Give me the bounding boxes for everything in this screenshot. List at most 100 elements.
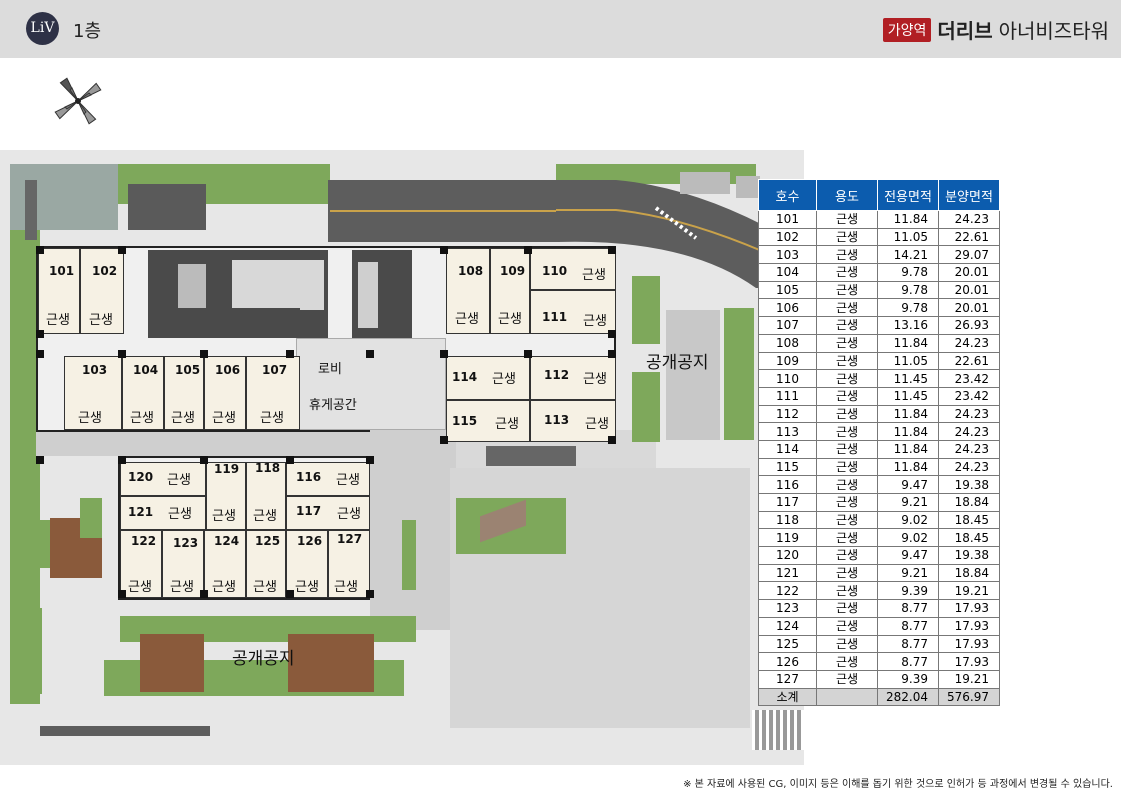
table-cell: 근생 xyxy=(816,563,878,583)
compass-icon xyxy=(54,77,102,125)
table-row: 125 근생 8.77 17.93 xyxy=(758,634,1000,654)
table-cell: 11.84 xyxy=(877,333,939,353)
table-cell: 근생 xyxy=(816,475,878,494)
table-row: 120 근생 9.47 19.38 xyxy=(758,546,1000,565)
table-cell: 근생 xyxy=(816,351,878,371)
col-header: 전용면적 xyxy=(877,179,939,211)
unit-use: 근생 xyxy=(295,580,319,595)
table-cell: 127 xyxy=(758,669,817,689)
table-cell: 114 xyxy=(758,439,817,459)
unit-number: 105 xyxy=(175,363,201,377)
table-cell: 근생 xyxy=(816,227,878,247)
table-row: 118 근생 9.02 18.45 xyxy=(758,510,1000,530)
table-row: 104 근생 9.78 20.01 xyxy=(758,263,1000,282)
table-cell: 근생 xyxy=(816,245,878,265)
unit-number: 112 xyxy=(544,368,570,382)
table-row: 117 근생 9.21 18.84 xyxy=(758,493,1000,512)
unit-number: 113 xyxy=(544,413,570,427)
table-cell: 9.02 xyxy=(877,510,939,530)
table-cell: 24.23 xyxy=(938,333,1000,353)
table-cell: 근생 xyxy=(816,599,878,618)
table-cell: 근생 xyxy=(816,669,878,689)
table-cell: 18.84 xyxy=(938,563,1000,583)
table-cell: 9.78 xyxy=(877,298,939,318)
floor-title: 1층 xyxy=(73,21,102,42)
table-cell: 9.47 xyxy=(877,475,939,494)
unit-number: 125 xyxy=(255,534,281,548)
table-row: 102 근생 11.05 22.61 xyxy=(758,227,1000,247)
unit-number: 102 xyxy=(92,264,118,278)
table-cell: 8.77 xyxy=(877,634,939,654)
unit-use: 근생 xyxy=(167,473,191,488)
table-cell: 11.45 xyxy=(877,369,939,388)
unit-number: 127 xyxy=(337,532,363,546)
table-cell: 113 xyxy=(758,422,817,441)
total-cell: 소계 xyxy=(758,687,817,707)
table-cell: 109 xyxy=(758,351,817,371)
table-cell: 18.45 xyxy=(938,510,1000,530)
table-row: 116 근생 9.47 19.38 xyxy=(758,475,1000,494)
table-cell: 124 xyxy=(758,616,817,636)
unit-number: 109 xyxy=(500,264,526,278)
total-row: 소계 282.04 576.97 xyxy=(758,687,1000,707)
unit-number: 119 xyxy=(214,462,240,476)
table-cell: 근생 xyxy=(816,493,878,512)
unit-use: 근생 xyxy=(336,473,360,488)
table-cell: 9.39 xyxy=(877,581,939,601)
total-cell: 282.04 xyxy=(877,687,939,707)
table-cell: 20.01 xyxy=(938,298,1000,318)
table-cell: 123 xyxy=(758,599,817,618)
col-header: 호수 xyxy=(758,179,817,211)
table-row: 107 근생 13.16 26.93 xyxy=(758,316,1000,335)
table-cell: 근생 xyxy=(816,581,878,601)
table-row: 114 근생 11.84 24.23 xyxy=(758,439,1000,459)
unit-use: 근생 xyxy=(260,411,284,426)
unit-number: 123 xyxy=(173,536,199,550)
unit-number: 124 xyxy=(214,534,240,548)
table-cell: 근생 xyxy=(816,652,878,671)
table-cell: 8.77 xyxy=(877,652,939,671)
unit-use: 근생 xyxy=(171,411,195,426)
unit-number: 118 xyxy=(255,461,281,475)
table-cell: 근생 xyxy=(816,333,878,353)
col-header: 용도 xyxy=(816,179,878,211)
table-body: 101 근생 11.84 24.23 102 근생 11.05 22.61 103 근생 14.21… xyxy=(758,210,1000,707)
unit-use: 근생 xyxy=(498,312,522,327)
table-cell: 9.21 xyxy=(877,493,939,512)
table-cell: 11.84 xyxy=(877,422,939,441)
table-row: 127 근생 9.39 19.21 xyxy=(758,669,1000,689)
table-cell: 근생 xyxy=(816,263,878,282)
unit-use: 근생 xyxy=(455,312,479,327)
unit-number: 117 xyxy=(296,504,322,518)
table-cell: 105 xyxy=(758,280,817,300)
unit-number: 107 xyxy=(262,363,288,377)
public-space-label: 공개공지 xyxy=(646,353,709,373)
unit-use: 근생 xyxy=(130,411,154,426)
unit-use: 근생 xyxy=(212,509,236,524)
table-cell: 9.78 xyxy=(877,280,939,300)
table-cell: 근생 xyxy=(816,457,878,477)
table-cell: 126 xyxy=(758,652,817,671)
unit-use: 근생 xyxy=(46,313,70,328)
unit-number: 120 xyxy=(128,470,154,484)
brand-logo: 가양역 더리브 아너비즈타워 xyxy=(882,15,1109,44)
table-cell: 17.93 xyxy=(938,616,1000,636)
table-cell: 14.21 xyxy=(877,245,939,265)
total-cell xyxy=(816,687,878,707)
table-cell: 17.93 xyxy=(938,652,1000,671)
table-row: 101 근생 11.84 24.23 xyxy=(758,210,1000,229)
table-cell: 9.78 xyxy=(877,263,939,282)
table-cell: 18.45 xyxy=(938,528,1000,548)
table-cell: 17.93 xyxy=(938,634,1000,654)
table-cell: 26.93 xyxy=(938,316,1000,335)
table-cell: 23.42 xyxy=(938,369,1000,388)
unit-use: 근생 xyxy=(212,580,236,595)
table-cell: 107 xyxy=(758,316,817,335)
unit-number: 101 xyxy=(49,264,75,278)
table-cell: 13.16 xyxy=(877,316,939,335)
unit-use: 근생 xyxy=(89,313,113,328)
table-cell: 근생 xyxy=(816,210,878,229)
unit-use: 근생 xyxy=(253,580,277,595)
table-cell: 근생 xyxy=(816,386,878,406)
table-row: 110 근생 11.45 23.42 xyxy=(758,369,1000,388)
